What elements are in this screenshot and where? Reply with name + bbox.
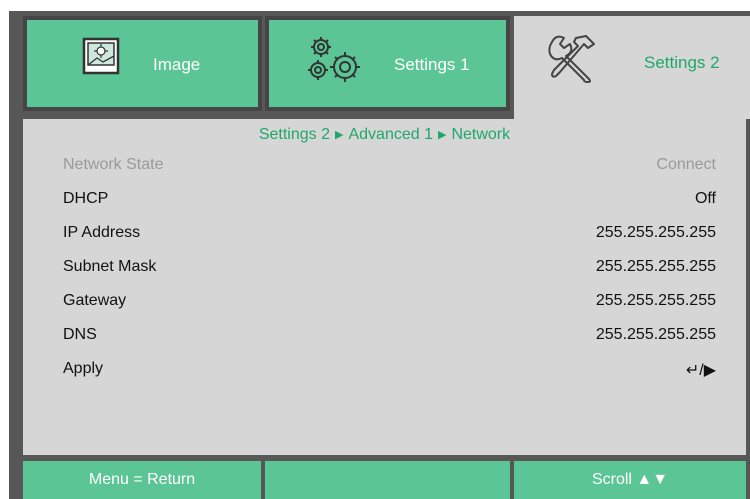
settings-panel: Settings 2 ▶ Advanced 1 ▶ Network Network St… [23, 119, 746, 455]
breadcrumb-item: Network [451, 126, 511, 143]
osd-menu: Image Settings 1 Settings 2 Settings 2 ▶… [9, 11, 750, 499]
breadcrumb-item: Advanced 1 [348, 126, 433, 143]
tab-settings-2[interactable]: Settings 2 [514, 16, 750, 119]
row-label: Subnet Mask [63, 258, 157, 275]
row-label: Apply [63, 360, 104, 377]
row-ip-address[interactable]: IP Address 255.255.255.255 [63, 220, 716, 248]
tab-image[interactable]: Image [23, 16, 262, 111]
row-value: Off [694, 190, 716, 207]
enter-arrow-icon: ↵/▶ [685, 362, 716, 379]
tab-label: Image [153, 55, 201, 74]
tab-settings-1[interactable]: Settings 1 [265, 16, 510, 111]
row-dns[interactable]: DNS 255.255.255.255 [63, 322, 716, 350]
row-label: Gateway [63, 292, 127, 309]
breadcrumb-separator-icon: ▶ [437, 129, 447, 141]
footer-label: Scroll ▲▼ [591, 471, 669, 488]
row-value: Connect [656, 156, 716, 173]
footer-label: Menu = Return [88, 471, 196, 488]
gears-icon [305, 34, 365, 91]
footer-middle [265, 461, 510, 499]
row-gateway[interactable]: Gateway 255.255.255.255 [63, 288, 716, 316]
tab-label: Settings 1 [394, 55, 470, 74]
row-label: IP Address [63, 224, 141, 241]
row-label: DHCP [63, 190, 109, 207]
tab-label: Settings 2 [644, 53, 720, 72]
row-dhcp[interactable]: DHCP Off [63, 186, 716, 214]
breadcrumb: Settings 2 ▶ Advanced 1 ▶ Network [23, 126, 746, 144]
row-value: 255.255.255.255 [595, 326, 716, 343]
row-value: 255.255.255.255 [595, 292, 716, 309]
row-value: 255.255.255.255 [595, 224, 716, 241]
row-network-state: Network State Connect [63, 152, 716, 180]
row-apply[interactable]: Apply ↵/▶ [63, 356, 716, 384]
breadcrumb-separator-icon: ▶ [335, 129, 344, 141]
row-label: DNS [63, 326, 97, 343]
tools-icon [546, 32, 602, 89]
image-icon [81, 36, 121, 81]
row-subnet-mask[interactable]: Subnet Mask 255.255.255.255 [63, 254, 716, 282]
row-value: 255.255.255.255 [595, 258, 716, 275]
row-label: Network State [63, 156, 164, 173]
footer-menu-return: Menu = Return [23, 461, 261, 499]
footer-scroll: Scroll ▲▼ [514, 461, 746, 499]
breadcrumb-item: Settings 2 [258, 126, 330, 143]
